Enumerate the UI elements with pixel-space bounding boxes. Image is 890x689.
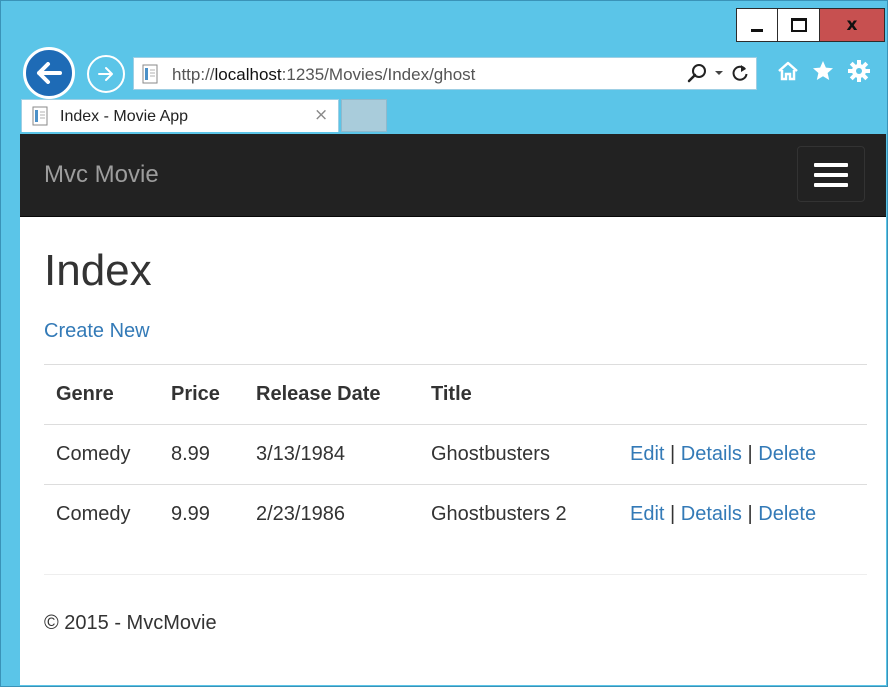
maximize-icon <box>790 18 807 32</box>
link-separator: | <box>670 443 676 465</box>
cell-release-date: 2/23/1986 <box>256 503 345 525</box>
close-icon: x <box>846 14 858 35</box>
cell-genre: Comedy <box>56 443 131 465</box>
close-window-button[interactable]: x <box>820 8 885 42</box>
maximize-button[interactable] <box>778 8 820 42</box>
details-link[interactable]: Details <box>681 503 742 525</box>
navbar-brand[interactable]: Mvc Movie <box>44 161 159 189</box>
url-text[interactable]: http://localhost:1235/Movies/Index/ghost <box>172 65 475 85</box>
browser-toolbar <box>777 59 871 83</box>
url-host: localhost <box>214 65 282 84</box>
column-header-release-date: Release Date <box>256 383 381 405</box>
movies-table: Genre Price Release Date Title Comedy 8.… <box>44 364 867 544</box>
url-prefix: http:// <box>172 65 215 84</box>
page-icon <box>142 64 158 84</box>
browser-window: x http://localhost:1235/Movies/Index/gho… <box>0 0 888 687</box>
link-separator: | <box>747 443 753 465</box>
address-bar[interactable]: http://localhost:1235/Movies/Index/ghost <box>133 57 757 90</box>
create-new-link[interactable]: Create New <box>44 320 150 343</box>
delete-link[interactable]: Delete <box>758 443 816 465</box>
table-header-row: Genre Price Release Date Title <box>44 364 867 425</box>
link-separator: | <box>747 503 753 525</box>
details-link[interactable]: Details <box>681 443 742 465</box>
new-tab-button[interactable] <box>341 99 387 132</box>
edit-link[interactable]: Edit <box>630 443 664 465</box>
cell-actions: Edit | Details | Delete <box>618 485 867 545</box>
hamburger-icon-bar <box>814 173 848 177</box>
navbar-toggle-button[interactable] <box>797 146 865 202</box>
forward-button[interactable] <box>87 55 125 93</box>
hamburger-icon-bar <box>814 183 848 187</box>
refresh-icon[interactable] <box>730 63 750 83</box>
favorites-star-icon[interactable] <box>811 59 835 83</box>
tab-close-icon[interactable]: × <box>314 105 328 125</box>
tab-title: Index - Movie App <box>60 108 189 125</box>
forward-arrow-icon <box>98 67 113 81</box>
cell-genre: Comedy <box>56 503 131 525</box>
page-title: Index <box>44 246 152 295</box>
search-icon[interactable] <box>686 62 708 84</box>
tab-page-icon <box>32 106 48 126</box>
link-separator: | <box>670 503 676 525</box>
cell-price: 8.99 <box>171 443 210 465</box>
table-row: Comedy 9.99 2/23/1986 Ghostbusters 2 Edi… <box>44 485 867 545</box>
cell-actions: Edit | Details | Delete <box>618 425 867 485</box>
hamburger-icon-bar <box>814 163 848 167</box>
column-header-price: Price <box>171 383 220 405</box>
cell-title: Ghostbusters <box>431 443 550 465</box>
column-header-actions <box>618 365 867 425</box>
url-path: :1235/Movies/Index/ghost <box>281 65 476 84</box>
home-icon[interactable] <box>777 60 799 82</box>
search-dropdown-icon[interactable] <box>714 68 724 78</box>
column-header-title: Title <box>431 383 472 405</box>
footer-divider <box>44 574 867 575</box>
cell-price: 9.99 <box>171 503 210 525</box>
gear-icon[interactable] <box>847 59 871 83</box>
column-header-genre: Genre <box>56 383 114 405</box>
footer-text: © 2015 - MvcMovie <box>44 612 217 634</box>
back-button[interactable] <box>23 47 75 99</box>
minimize-button[interactable] <box>736 8 778 42</box>
cell-title: Ghostbusters 2 <box>431 503 567 525</box>
tab-index-movie-app[interactable]: Index - Movie App × <box>21 99 339 132</box>
site-navbar: Mvc Movie <box>20 134 886 217</box>
delete-link[interactable]: Delete <box>758 503 816 525</box>
address-bar-actions <box>686 62 750 84</box>
table-row: Comedy 8.99 3/13/1984 Ghostbusters Edit … <box>44 425 867 485</box>
edit-link[interactable]: Edit <box>630 503 664 525</box>
cell-release-date: 3/13/1984 <box>256 443 345 465</box>
page-viewport: Mvc Movie Index Create New Genre Price R… <box>20 134 886 685</box>
back-arrow-icon <box>37 62 62 84</box>
minimize-icon <box>751 28 763 32</box>
